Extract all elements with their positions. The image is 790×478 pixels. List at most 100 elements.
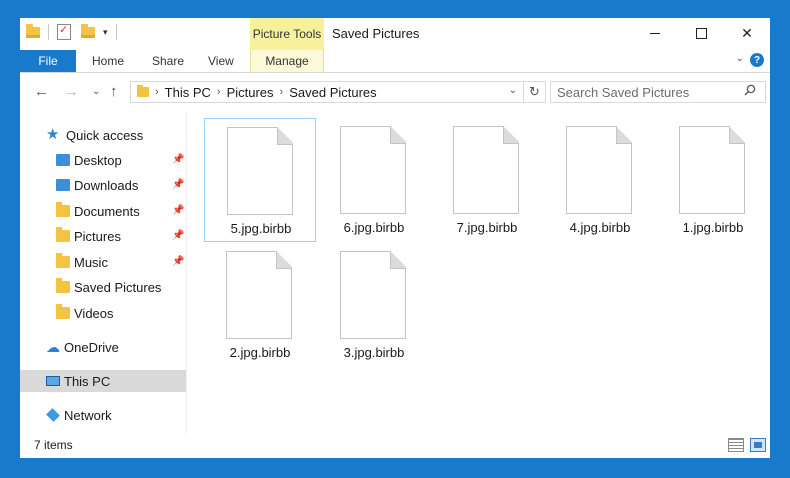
picture-tools-label: Picture Tools <box>250 18 324 50</box>
file-item[interactable]: 5.jpg.birbb <box>204 118 316 242</box>
toolbar-divider <box>115 24 117 40</box>
tab-manage[interactable]: Manage <box>250 50 324 72</box>
breadcrumb-pictures[interactable]: Pictures <box>227 85 274 100</box>
sidebar-item-downloads[interactable]: Downloads <box>56 174 138 196</box>
address-bar[interactable]: › This PC › Pictures › Saved Pictures ⌄ <box>130 81 524 103</box>
breadcrumb-saved-pictures[interactable]: Saved Pictures <box>289 85 376 100</box>
breadcrumb-separator-icon[interactable]: › <box>217 86 221 98</box>
window-body: ▾ Picture Tools Saved Pictures ✕ File Ho… <box>20 18 770 458</box>
sidebar-item-label: Pictures <box>74 228 121 244</box>
up-arrow-icon[interactable]: ↑ <box>110 83 118 100</box>
downloads-icon <box>56 179 70 191</box>
documents-icon <box>56 202 70 217</box>
sidebar-item-videos[interactable]: Videos <box>56 302 114 324</box>
refresh-icon: ↻ <box>529 84 540 99</box>
forward-arrow-icon[interactable]: → <box>64 83 79 100</box>
expand-ribbon-chevron-icon[interactable]: ⌄ <box>736 53 744 64</box>
sidebar-item-label: Network <box>64 407 112 423</box>
back-arrow-icon[interactable]: ← <box>34 83 49 100</box>
videos-icon <box>56 304 70 319</box>
music-icon <box>56 253 70 268</box>
maximize-icon <box>695 27 707 39</box>
sidebar-item-label: Downloads <box>74 177 139 193</box>
title-bar: ▾ Picture Tools Saved Pictures ✕ <box>20 18 770 50</box>
file-name: 6.jpg.birbb <box>343 220 405 235</box>
file-list: 5.jpg.birbb 6.jpg.birbb 7.jpg.birbb 4.jp… <box>188 112 770 434</box>
file-item[interactable]: 4.jpg.birbb <box>544 118 656 242</box>
tab-home[interactable]: Home <box>92 50 124 72</box>
customize-toolbar-chevron-icon[interactable]: ▾ <box>103 27 108 38</box>
computer-icon <box>46 376 60 386</box>
help-button[interactable]: ? <box>750 53 764 67</box>
network-icon <box>46 408 60 422</box>
search-input[interactable] <box>550 81 766 103</box>
sidebar-item-label: OneDrive <box>64 339 119 355</box>
file-fold-icon <box>390 126 406 144</box>
pin-icon[interactable]: 📌 <box>172 256 184 267</box>
minimize-icon <box>650 32 660 34</box>
details-view-icon[interactable] <box>728 438 744 452</box>
pin-icon[interactable]: 📌 <box>172 179 184 190</box>
file-fold-icon <box>277 127 293 145</box>
file-item[interactable]: 2.jpg.birbb <box>204 243 316 367</box>
search-icon[interactable] <box>744 84 756 96</box>
navigation-bar: ← → ⌄ ↑ › This PC › Pictures › Saved Pic… <box>20 73 770 111</box>
sidebar-item-network[interactable]: Network <box>46 404 112 426</box>
file-fold-icon <box>729 126 745 144</box>
maximize-button[interactable] <box>678 18 724 48</box>
window-controls: ✕ <box>632 18 770 48</box>
item-count: 7 items <box>34 438 73 452</box>
file-name: 3.jpg.birbb <box>343 345 405 360</box>
sidebar-item-label: Saved Pictures <box>74 279 162 295</box>
recent-locations-chevron-icon[interactable]: ⌄ <box>92 86 100 97</box>
sidebar-item-quick-access[interactable]: ★ Quick access <box>46 124 143 146</box>
file-item[interactable]: 1.jpg.birbb <box>657 118 769 242</box>
breadcrumb-separator-icon[interactable]: › <box>155 86 159 98</box>
star-icon: ★ <box>46 126 60 143</box>
folder-icon <box>56 278 70 293</box>
sidebar-item-this-pc[interactable]: This PC <box>20 370 186 392</box>
sidebar-item-desktop[interactable]: Desktop <box>56 149 122 171</box>
sidebar-item-music[interactable]: Music <box>56 251 108 273</box>
sidebar-item-documents[interactable]: Documents <box>56 200 140 222</box>
sidebar-item-saved-pictures[interactable]: Saved Pictures <box>56 276 161 298</box>
sidebar-item-label: Music <box>74 254 108 270</box>
tab-share[interactable]: Share <box>152 50 184 72</box>
close-icon: ✕ <box>741 24 753 41</box>
cloud-icon: ☁ <box>46 339 60 355</box>
sidebar-item-label: Documents <box>74 203 140 219</box>
pictures-icon <box>56 227 70 242</box>
status-bar: 7 items <box>20 434 770 458</box>
new-folder-icon[interactable] <box>81 23 95 38</box>
sidebar-item-pictures[interactable]: Pictures <box>56 225 121 247</box>
file-item[interactable]: 7.jpg.birbb <box>431 118 543 242</box>
large-icons-view-icon[interactable] <box>750 438 766 452</box>
pin-icon[interactable]: 📌 <box>172 205 184 216</box>
tab-file[interactable]: File <box>20 50 76 72</box>
close-button[interactable]: ✕ <box>724 18 770 48</box>
file-name: 1.jpg.birbb <box>682 220 744 235</box>
file-fold-icon <box>276 251 292 269</box>
file-item[interactable]: 3.jpg.birbb <box>318 243 430 367</box>
minimize-button[interactable] <box>632 18 678 48</box>
address-dropdown-chevron-icon[interactable]: ⌄ <box>509 85 517 96</box>
refresh-button[interactable]: ↻ <box>524 81 546 103</box>
tab-view[interactable]: View <box>208 50 234 72</box>
sidebar-item-label: Quick access <box>66 127 144 143</box>
explorer-window: ▾ Picture Tools Saved Pictures ✕ File Ho… <box>0 0 790 478</box>
file-name: 7.jpg.birbb <box>456 220 518 235</box>
quick-access-toolbar: ▾ <box>26 23 121 40</box>
file-name: 4.jpg.birbb <box>569 220 631 235</box>
sidebar-item-label: Videos <box>74 305 114 321</box>
desktop-icon <box>56 154 70 166</box>
file-fold-icon <box>616 126 632 144</box>
breadcrumb-separator-icon[interactable]: › <box>280 86 284 98</box>
pin-icon[interactable]: 📌 <box>172 154 184 165</box>
breadcrumb-this-pc[interactable]: This PC <box>165 85 211 100</box>
pin-icon[interactable]: 📌 <box>172 230 184 241</box>
properties-icon[interactable] <box>57 23 71 40</box>
sidebar-item-onedrive[interactable]: ☁ OneDrive <box>46 336 119 358</box>
file-item[interactable]: 6.jpg.birbb <box>318 118 430 242</box>
window-title: Saved Pictures <box>332 26 420 41</box>
file-fold-icon <box>503 126 519 144</box>
